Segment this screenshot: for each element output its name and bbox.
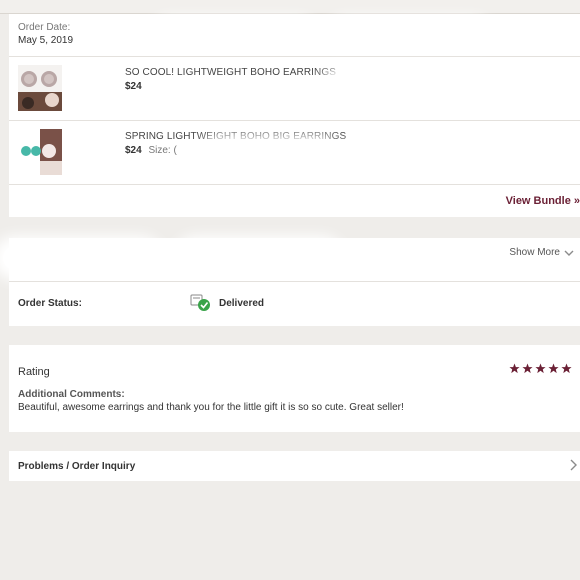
star-icon (561, 363, 572, 374)
rating-card: Rating Additional Comments: Beautiful, a… (9, 345, 580, 432)
inquiry-card[interactable]: Problems / Order Inquiry (9, 451, 580, 481)
order-date-label: Order Date: (18, 22, 71, 33)
order-date-value: May 5, 2019 (18, 35, 74, 46)
order-status-value: Delivered (219, 298, 265, 309)
order-status-label: Order Status: (18, 298, 82, 309)
chevron-right-icon[interactable] (569, 459, 577, 471)
shipping-card: Show More Order Status: Delivered (3, 238, 580, 326)
star-icon (522, 363, 533, 374)
order-card: Order Date: May 5, 2019 SO COOL! LIGHTWE… (9, 14, 580, 217)
product-row[interactable]: SPRING LIGHTWEIGHT BOHO BIG EARRINGS $24… (9, 120, 580, 184)
stars (509, 363, 572, 374)
star-icon (535, 363, 546, 374)
rating-title: Rating (18, 366, 50, 378)
star-icon (509, 363, 520, 374)
delivered-status-icon (190, 294, 210, 311)
star-icon (548, 363, 559, 374)
comments-text: Beautiful, awesome earrings and thank yo… (18, 402, 404, 413)
redacted-area (159, 27, 309, 49)
product-size: Size: ( (148, 145, 177, 156)
earring-thumbnail-icon (18, 65, 62, 111)
redacted-area (329, 77, 489, 99)
earring-thumbnail-icon (18, 129, 62, 175)
product-title[interactable]: SPRING LIGHTWEIGHT BOHO BIG EARRINGS (125, 131, 346, 142)
comments-label: Additional Comments: (18, 389, 125, 400)
product-meta: $24 Size: ( (125, 145, 177, 156)
redacted-area (334, 27, 484, 49)
redacted-area (3, 246, 153, 270)
inquiry-label[interactable]: Problems / Order Inquiry (18, 461, 135, 472)
divider (9, 184, 580, 185)
divider (9, 281, 580, 282)
redacted-area (354, 145, 504, 167)
product-price: $24 (125, 81, 142, 92)
view-bundle-link[interactable]: View Bundle » (506, 195, 580, 207)
show-more-button[interactable]: Show More (509, 247, 574, 258)
product-price: $24 (125, 145, 142, 156)
product-row[interactable]: SO COOL! LIGHTWEIGHT BOHO EARRINGS $24 (9, 56, 580, 120)
chevron-down-icon (564, 250, 574, 256)
redacted-area (184, 246, 334, 270)
top-strip (0, 0, 580, 14)
redacted-area (209, 145, 329, 165)
product-title[interactable]: SO COOL! LIGHTWEIGHT BOHO EARRINGS (125, 67, 336, 78)
show-more-label: Show More (509, 247, 560, 258)
